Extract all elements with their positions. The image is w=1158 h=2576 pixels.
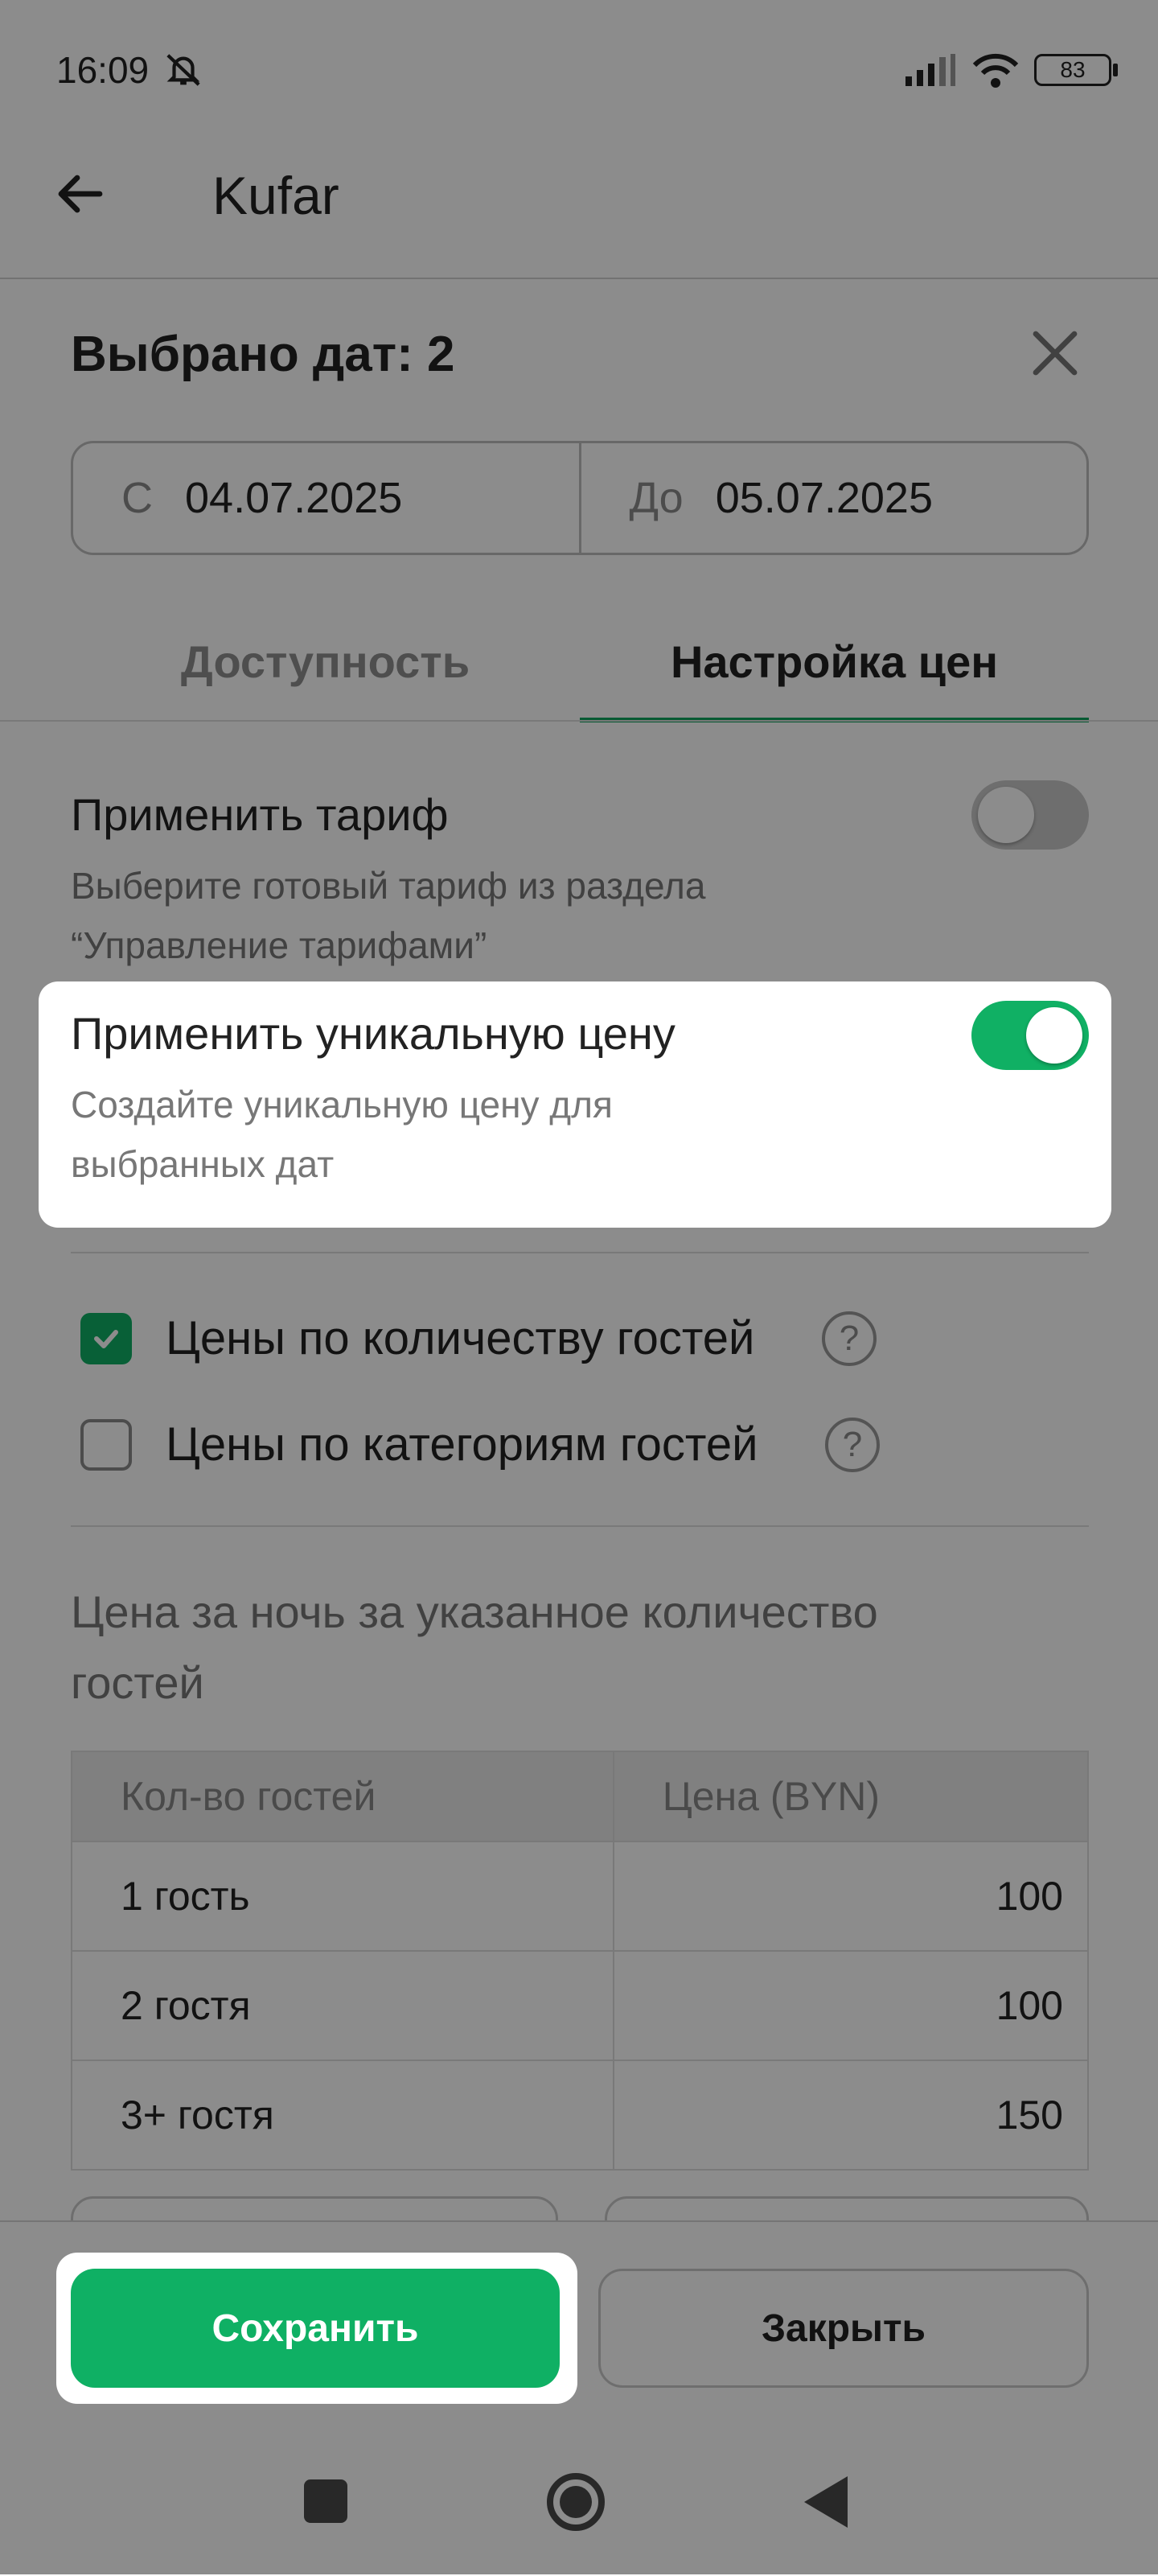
tariff-option-title: Применить тариф	[71, 789, 449, 840]
guests-count-checkbox[interactable]	[80, 1313, 132, 1364]
price-table-wrap: Кол-во гостей Цена (BYN) 1 гость 100 2 г…	[71, 1751, 1090, 2171]
guest-categories-checkbox[interactable]	[80, 1419, 132, 1471]
app-title: Kufar	[212, 166, 339, 225]
dim-overlay	[0, 0, 1158, 2574]
date-from-prefix: С	[121, 474, 153, 522]
status-icons: 83	[904, 50, 1118, 90]
table-row: 1 гость 100	[71, 1841, 1090, 1952]
toggle-knob	[978, 787, 1034, 843]
battery-icon: 83	[1034, 54, 1118, 86]
toggle-knob	[1026, 1007, 1082, 1064]
date-range: С 04.07.2025 До 05.07.2025	[71, 441, 1089, 555]
guests-cell: 2 гостя	[71, 1950, 614, 2061]
battery-level: 83	[1034, 54, 1111, 86]
date-to-value: 05.07.2025	[715, 474, 933, 522]
guests-cell: 1 гость	[71, 1841, 614, 1952]
wifi-icon	[972, 53, 1019, 88]
unique-price-desc-1: Создайте уникальную цену для	[71, 1084, 613, 1125]
home-icon-dot	[560, 2486, 592, 2518]
tariff-option-desc-1: Выберите готовый тариф из раздела	[71, 865, 706, 907]
unique-price-panel: Применить уникальную цену Создайте уника…	[39, 981, 1111, 1228]
close-icon[interactable]	[1028, 326, 1082, 381]
section-divider	[71, 1525, 1089, 1527]
table-header-row: Кол-во гостей Цена (BYN)	[71, 1751, 1090, 1842]
guests-count-label: Цены по количеству гостей	[166, 1312, 755, 1364]
help-icon[interactable]: ?	[825, 1418, 880, 1472]
status-time: 16:09	[56, 48, 207, 92]
tab-price-settings[interactable]: Настройка цен	[580, 619, 1089, 722]
price-cell[interactable]: 150	[612, 2060, 1090, 2171]
price-cell[interactable]: 100	[612, 1950, 1090, 2061]
table-row: 3+ гостя 150	[71, 2060, 1090, 2171]
help-icon[interactable]: ?	[822, 1311, 877, 1366]
date-to-field[interactable]: До 05.07.2025	[578, 443, 1087, 553]
guests-cell: 3+ гостя	[71, 2060, 614, 2171]
tariff-option-desc-2: “Управление тарифами”	[71, 924, 487, 966]
unique-price-title: Применить уникальную цену	[71, 1008, 676, 1059]
date-from-value: 04.07.2025	[185, 474, 403, 522]
price-caption: Цена за ночь за указанное количество гос…	[71, 1586, 878, 1708]
guest-categories-label: Цены по категориям гостей	[166, 1418, 758, 1471]
date-from-field[interactable]: С 04.07.2025	[73, 443, 579, 553]
back-nav-icon[interactable]	[804, 2476, 848, 2528]
price-cell[interactable]: 100	[612, 1841, 1090, 1952]
table-row: 2 гостя 100	[71, 1950, 1090, 2061]
column-header-price: Цена (BYN)	[612, 1751, 1090, 1842]
price-table: Кол-во гостей Цена (BYN) 1 гость 100 2 г…	[71, 1751, 1090, 2171]
back-arrow-icon[interactable]	[51, 165, 109, 223]
save-button[interactable]: Сохранить	[71, 2269, 560, 2388]
tabs-divider	[0, 720, 1158, 722]
tab-availability[interactable]: Доступность	[71, 619, 580, 722]
column-header-guests: Кол-во гостей	[71, 1751, 614, 1842]
check-icon	[94, 1330, 118, 1348]
unique-price-toggle[interactable]	[971, 1001, 1089, 1070]
sheet-title: Выбрано дат: 2	[71, 327, 455, 382]
close-button[interactable]: Закрыть	[598, 2269, 1089, 2388]
section-divider	[71, 1252, 1089, 1253]
app-header	[0, 133, 1158, 279]
tariff-toggle[interactable]	[971, 780, 1089, 850]
signal-icon	[905, 54, 955, 86]
mute-bell-icon	[159, 49, 207, 91]
tab-bar: Доступность Настройка цен	[71, 619, 1089, 722]
recent-apps-icon[interactable]	[304, 2479, 347, 2523]
unique-price-desc-2: выбранных дат	[71, 1143, 335, 1185]
date-to-prefix: До	[629, 474, 684, 522]
